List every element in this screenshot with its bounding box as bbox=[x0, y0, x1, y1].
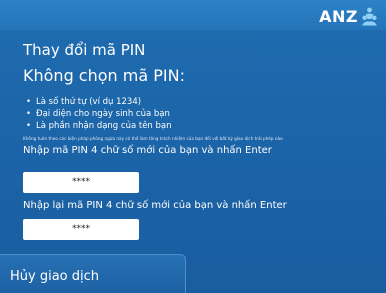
brand-name: ANZ bbox=[319, 6, 358, 26]
top-bar: ANZ bbox=[0, 0, 386, 30]
new-pin-prompt: Nhập mã PIN 4 chữ số mới của bạn và nhấn… bbox=[23, 145, 272, 156]
new-pin-input[interactable] bbox=[23, 172, 139, 193]
pin-rules-list: Là số thứ tự (ví dụ 1234) Đại diện cho n… bbox=[26, 96, 172, 132]
page-title: Thay đổi mã PIN bbox=[23, 41, 146, 59]
pin-rule-item: Là phần nhận dạng của tên bạn bbox=[26, 120, 172, 132]
anz-logo: ANZ bbox=[319, 6, 378, 26]
atm-screen: ANZ Thay đổi mã PIN Không chọn mã PIN: L… bbox=[0, 0, 386, 293]
liability-disclaimer: Không tuân theo các biện pháp phòng ngừa… bbox=[23, 136, 283, 141]
confirm-pin-prompt: Nhập lại mã PIN 4 chữ số mới của bạn và … bbox=[23, 200, 287, 211]
pin-rule-item: Là số thứ tự (ví dụ 1234) bbox=[26, 96, 172, 108]
confirm-pin-input[interactable] bbox=[23, 219, 139, 240]
anz-people-icon bbox=[362, 7, 377, 25]
pin-rule-item: Đại diện cho ngày sinh của bạn bbox=[26, 108, 172, 120]
cancel-transaction-button[interactable]: Hủy giao dịch bbox=[0, 254, 186, 293]
pin-rules-heading: Không chọn mã PIN: bbox=[23, 66, 185, 85]
